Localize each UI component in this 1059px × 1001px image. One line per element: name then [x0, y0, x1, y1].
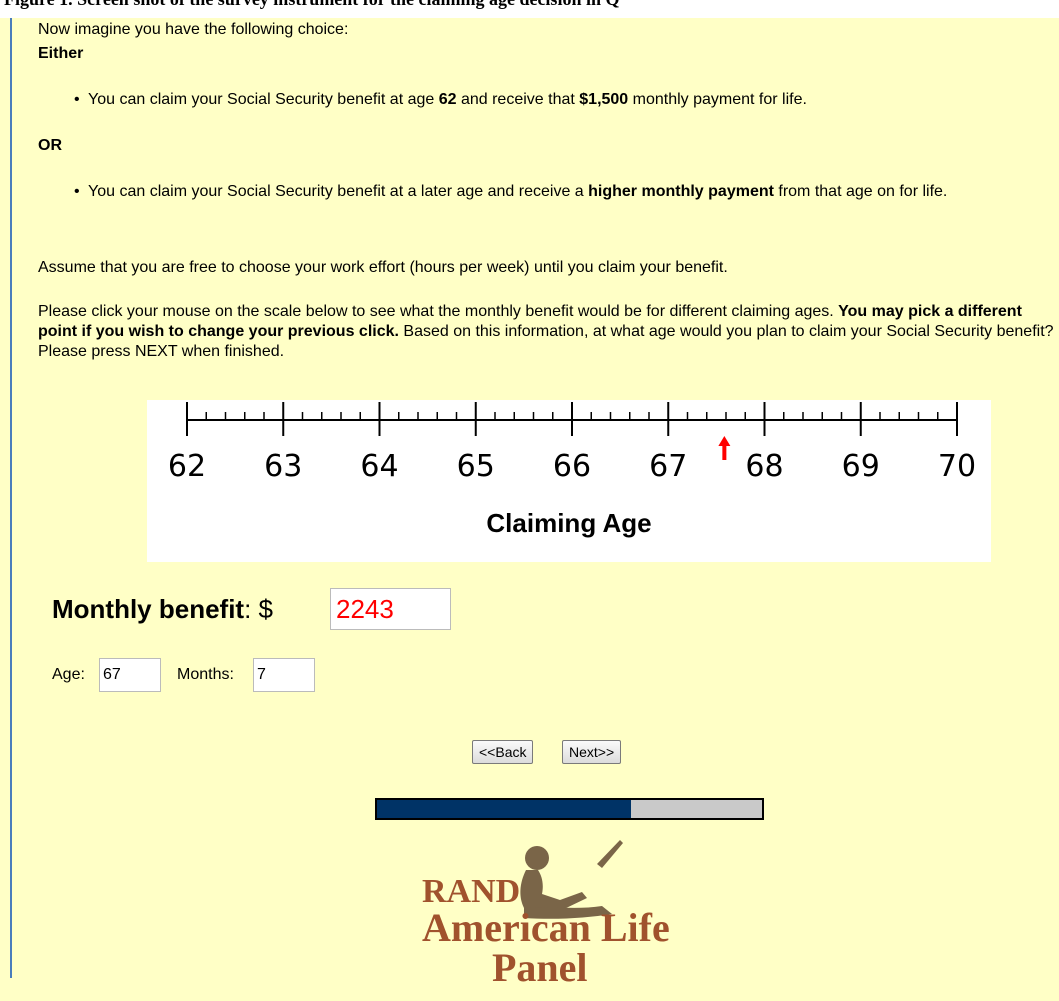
option-1-age: 62 [438, 91, 457, 108]
months-field[interactable] [253, 658, 315, 692]
option-1-middle: and receive that [456, 91, 580, 108]
claiming-age-scale[interactable]: 62 63 64 65 66 67 68 69 70 Claiming Age [147, 400, 991, 562]
selected-age-marker-icon [718, 436, 731, 460]
scale-tick-label: 63 [264, 449, 302, 484]
option-2-suffix: from that age on for life. [773, 183, 948, 200]
next-button[interactable]: Next>> [562, 740, 622, 764]
age-label: Age: [52, 666, 85, 683]
option-2-emphasis: higher monthly payment [588, 183, 774, 200]
logo-line-3: Panel [492, 945, 588, 990]
rand-alp-logo: RAND American Life Panel [412, 840, 712, 996]
scale-tick-label: 65 [457, 449, 495, 484]
option-1-amount: $1,500 [579, 91, 629, 108]
progress-fill [377, 800, 632, 818]
or-label: OR [38, 137, 62, 154]
benefit-colon-dollar: : $ [244, 594, 274, 624]
either-label: Either [38, 45, 84, 62]
option-1-suffix: monthly payment for life. [628, 91, 807, 108]
progress-bar [375, 798, 764, 820]
benefit-value-field[interactable] [330, 588, 451, 630]
logo-line-1: RAND [422, 873, 521, 910]
option-2: • You can claim your Social Security ben… [74, 182, 1048, 202]
back-button[interactable]: <<Back [472, 740, 534, 764]
option-2-prefix: You can claim your Social Security benef… [88, 183, 589, 200]
scale-tick-label: 64 [360, 449, 398, 484]
intro-text: Now imagine you have the following choic… [38, 21, 349, 38]
scale-tick-label: 66 [553, 449, 591, 484]
assume-text: Assume that you are free to choose your … [38, 259, 728, 276]
benefit-label: Monthly benefit: $ [52, 594, 273, 625]
scale-tick-label: 67 [649, 449, 687, 484]
scale-tick-label: 68 [745, 449, 783, 484]
instruction-text: Please click your mouse on the scale bel… [38, 302, 1059, 362]
caption-strip: Figure 1. Screen shot of the survey inst… [0, 0, 1059, 18]
age-field[interactable] [99, 658, 161, 692]
scale-tick-label: 62 [168, 449, 206, 484]
scale-title: Claiming Age [486, 508, 652, 538]
bullet-icon: • [74, 183, 80, 200]
instruction-part-1: Please click your mouse on the scale bel… [38, 303, 839, 320]
option-1-prefix: You can claim your Social Security benef… [88, 91, 439, 108]
scale-tick-label: 69 [842, 449, 880, 484]
option-1: • You can claim your Social Security ben… [74, 90, 1048, 110]
months-label: Months: [177, 666, 234, 683]
caption-text: Figure 1. Screen shot of the survey inst… [4, 0, 619, 9]
bullet-icon: • [74, 91, 80, 108]
survey-panel: Now imagine you have the following choic… [10, 18, 1059, 988]
benefit-label-text: Monthly benefit [52, 594, 245, 624]
logo-line-2: American Life [422, 905, 670, 950]
scale-graphic[interactable]: 62 63 64 65 66 67 68 69 70 [147, 400, 991, 508]
scale-tick-label: 70 [938, 449, 976, 484]
